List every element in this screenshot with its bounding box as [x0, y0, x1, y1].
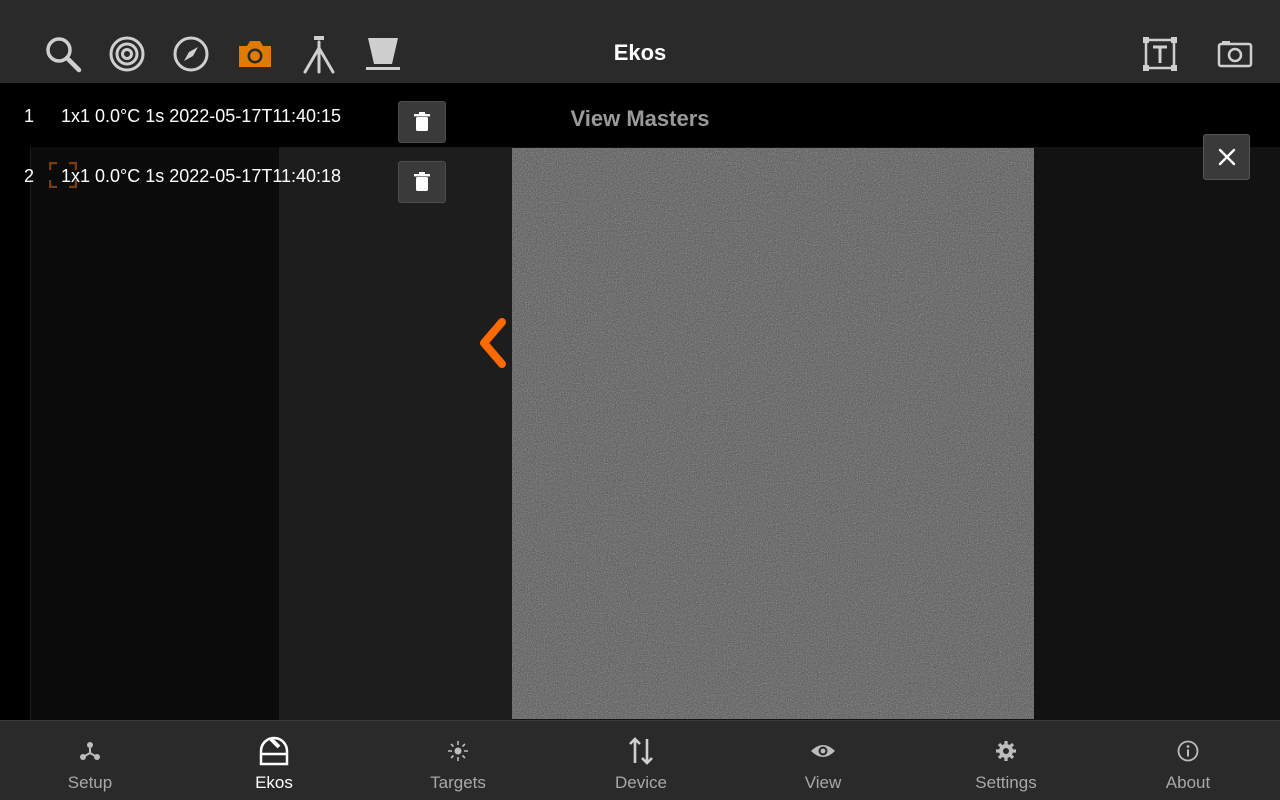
nav-item-about[interactable]: About: [1128, 721, 1248, 800]
previous-image-chevron-icon[interactable]: [472, 316, 512, 370]
targets-icon: [398, 735, 518, 767]
view-icon: [763, 735, 883, 767]
dialog-title: View Masters: [570, 106, 710, 131]
nav-label: Targets: [430, 773, 486, 792]
dialog-mid-panel: [279, 147, 513, 720]
settings-icon: [946, 735, 1066, 767]
app-title: Ekos: [613, 40, 667, 65]
trash-icon: [414, 172, 430, 191]
about-icon: [1128, 735, 1248, 767]
device-icon: [581, 735, 701, 767]
nav-label: Setup: [67, 773, 113, 792]
nav-label: Settings: [975, 773, 1037, 792]
search-icon[interactable]: [43, 34, 83, 74]
nav-item-device[interactable]: Device: [581, 721, 701, 800]
trash-icon: [414, 112, 430, 131]
frame-label: 1x1 0.0°C 1s 2022-05-17T11:40:18: [61, 166, 342, 186]
dialog-left-panel: [31, 147, 279, 720]
nav-label: About: [1165, 773, 1211, 792]
ekos-icon: [214, 735, 334, 767]
nav-item-ekos[interactable]: Ekos: [214, 721, 334, 800]
nav-item-targets[interactable]: Targets: [398, 721, 518, 800]
setup-icon: [30, 735, 150, 767]
close-icon: [1218, 148, 1235, 166]
tripod-icon[interactable]: [299, 34, 339, 74]
nav-item-setup[interactable]: Setup: [30, 721, 150, 800]
frame-row[interactable]: 1 1x1 0.0°C 1s 2022-05-17T11:40:15: [0, 106, 460, 156]
close-dialog-button[interactable]: [1203, 134, 1250, 180]
compass-icon[interactable]: [171, 34, 211, 74]
bottom-navigation: Setup Ekos Targets Device View Settings: [0, 720, 1280, 800]
text-frame-icon[interactable]: [1140, 34, 1180, 74]
nav-label: Ekos: [255, 773, 293, 792]
frame-index: 1: [24, 106, 35, 126]
target-icon[interactable]: [107, 34, 147, 74]
frame-label: 1x1 0.0°C 1s 2022-05-17T11:40:15: [61, 106, 342, 126]
frame-index: 2: [24, 166, 35, 186]
nav-item-view[interactable]: View: [763, 721, 883, 800]
filter-icon[interactable]: [363, 34, 403, 74]
selection-marker-icon: [49, 162, 77, 188]
master-frame-image[interactable]: [512, 148, 1034, 719]
nav-label: View: [804, 773, 842, 792]
screenshot-icon[interactable]: [1215, 34, 1255, 74]
delete-frame-button[interactable]: [398, 101, 446, 143]
delete-frame-button[interactable]: [398, 161, 446, 203]
nav-item-settings[interactable]: Settings: [946, 721, 1066, 800]
camera-icon[interactable]: [235, 34, 275, 74]
top-toolbar: Ekos: [0, 0, 1280, 83]
nav-label: Device: [615, 773, 667, 792]
